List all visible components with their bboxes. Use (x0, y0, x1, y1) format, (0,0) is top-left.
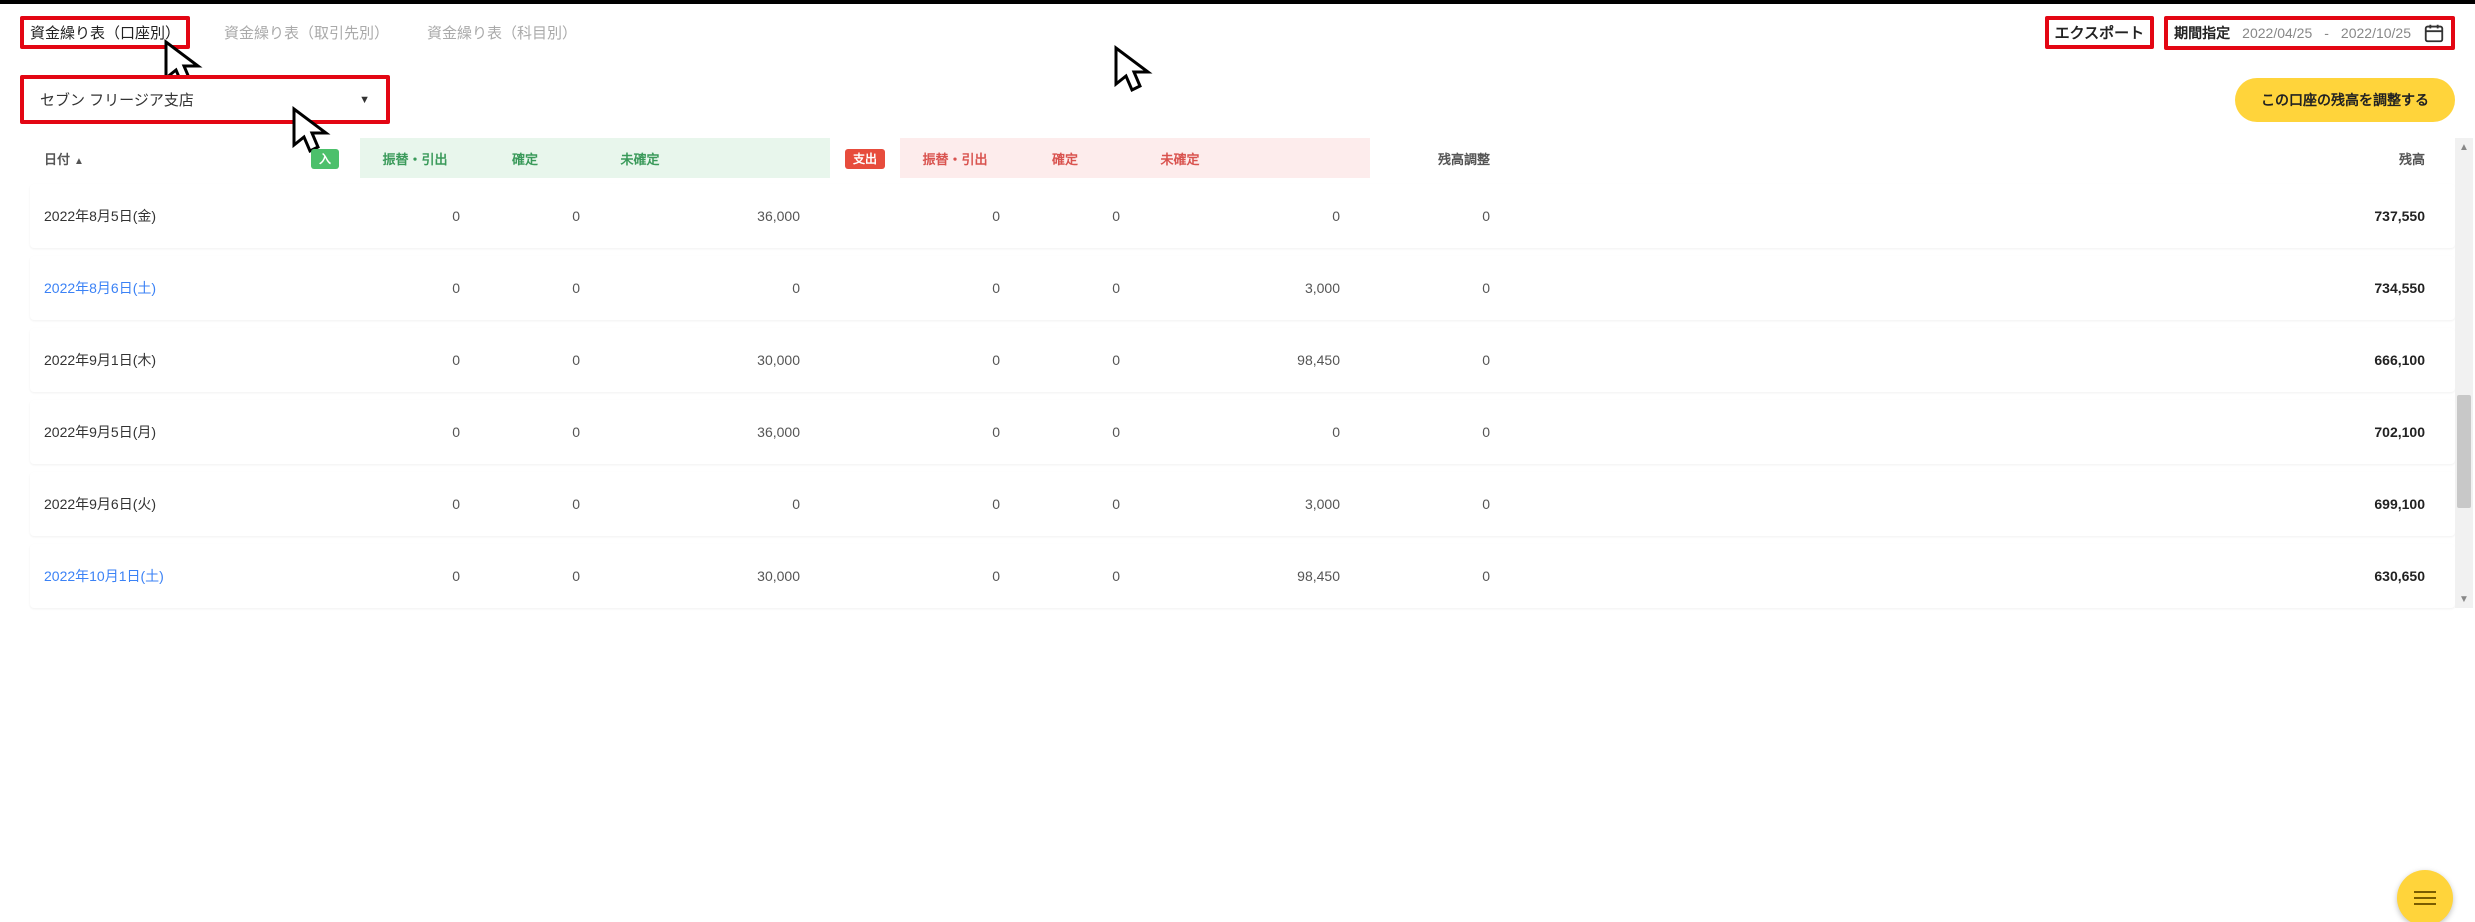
cell-balance: 737,550 (1510, 208, 2455, 224)
cell-adjustment: 0 (1370, 496, 1510, 512)
tab-cashflow-by-item[interactable]: 資金繰り表（科目別） (423, 14, 581, 51)
cell-in-transfer: 0 (360, 280, 470, 296)
cell-in-unconfirmed-value: 30,000 (700, 352, 830, 368)
table-header: 日付▲ 入 振替・引出 確定 未確定 支出 振替・引出 確定 未確定 残高調整 … (30, 138, 2455, 178)
cell-adjustment: 0 (1370, 208, 1510, 224)
vertical-scrollbar[interactable]: ▲ ▼ (2455, 138, 2473, 608)
period-separator: - (2324, 25, 2329, 41)
period-to: 2022/10/25 (2341, 25, 2411, 41)
cell-in-unconfirmed-value: 0 (700, 280, 830, 296)
account-selected-label: セブン フリージア支店 (40, 89, 194, 110)
cell-in-confirmed: 0 (470, 280, 590, 296)
account-select[interactable]: セブン フリージア支店 ▼ (20, 75, 390, 124)
col-balance-header: 残高 (1510, 149, 2455, 168)
menu-icon (2414, 891, 2436, 905)
table-row[interactable]: 2022年10月1日(土)0030,0000098,4500630,650 (30, 544, 2455, 608)
cell-out-unconfirmed-value: 98,450 (1240, 568, 1370, 584)
cell-date: 2022年9月5日(月) (30, 422, 290, 442)
scroll-thumb[interactable] (2457, 395, 2471, 508)
table-row[interactable]: 2022年8月6日(土)000003,0000734,550 (30, 256, 2455, 320)
tab-cashflow-by-account[interactable]: 資金繰り表（口座別） (20, 16, 190, 49)
cell-in-confirmed: 0 (470, 496, 590, 512)
col-in-confirmed-header: 確定 (470, 138, 590, 178)
expense-badge: 支出 (845, 149, 885, 169)
adjust-balance-button[interactable]: この口座の残高を調整する (2235, 78, 2455, 122)
cell-in-unconfirmed-value: 0 (700, 496, 830, 512)
cell-date[interactable]: 2022年8月6日(土) (30, 278, 290, 298)
cell-out-transfer: 0 (900, 352, 1010, 368)
income-badge: 入 (311, 149, 339, 169)
period-label: 期間指定 (2174, 23, 2230, 43)
cell-date: 2022年8月5日(金) (30, 206, 290, 226)
cell-out-unconfirmed-value: 3,000 (1240, 280, 1370, 296)
cell-out-confirmed: 0 (1010, 208, 1130, 224)
cell-adjustment: 0 (1370, 568, 1510, 584)
table-row[interactable]: 2022年8月5日(金)0036,0000000737,550 (30, 184, 2455, 248)
cell-in-confirmed: 0 (470, 208, 590, 224)
cell-in-unconfirmed-value: 36,000 (700, 208, 830, 224)
export-button[interactable]: エクスポート (2045, 16, 2155, 49)
scroll-down-arrow[interactable]: ▼ (2455, 590, 2473, 608)
cell-out-confirmed: 0 (1010, 424, 1130, 440)
cell-out-confirmed: 0 (1010, 496, 1130, 512)
cell-in-confirmed: 0 (470, 568, 590, 584)
cell-in-transfer: 0 (360, 424, 470, 440)
col-in-unconfirmed-header: 未確定 (590, 138, 700, 178)
col-out-unconfirmed-header: 未確定 (1130, 138, 1240, 178)
cell-out-unconfirmed-value: 3,000 (1240, 496, 1370, 512)
cell-out-unconfirmed-value: 0 (1240, 424, 1370, 440)
col-out-transfer-header: 振替・引出 (900, 138, 1010, 178)
cell-adjustment: 0 (1370, 424, 1510, 440)
cell-balance: 630,650 (1510, 568, 2455, 584)
caret-down-icon: ▼ (359, 94, 370, 106)
col-adjustment-header: 残高調整 (1370, 149, 1510, 168)
cell-in-transfer: 0 (360, 568, 470, 584)
cell-out-transfer: 0 (900, 424, 1010, 440)
scroll-up-arrow[interactable]: ▲ (2455, 138, 2473, 156)
cell-in-transfer: 0 (360, 208, 470, 224)
table-row[interactable]: 2022年9月1日(木)0030,0000098,4500666,100 (30, 328, 2455, 392)
cell-out-confirmed: 0 (1010, 568, 1130, 584)
col-out-confirmed-header: 確定 (1010, 138, 1130, 178)
calendar-icon (2423, 22, 2445, 44)
cell-balance: 734,550 (1510, 280, 2455, 296)
table-row[interactable]: 2022年9月6日(火)000003,0000699,100 (30, 472, 2455, 536)
sort-asc-icon: ▲ (74, 156, 84, 167)
cell-in-confirmed: 0 (470, 424, 590, 440)
cell-balance: 666,100 (1510, 352, 2455, 368)
period-from: 2022/04/25 (2242, 25, 2312, 41)
cell-out-transfer: 0 (900, 208, 1010, 224)
table-row[interactable]: 2022年9月5日(月)0036,0000000702,100 (30, 400, 2455, 464)
cell-in-unconfirmed-value: 36,000 (700, 424, 830, 440)
cell-balance: 702,100 (1510, 424, 2455, 440)
col-date-header[interactable]: 日付▲ (30, 149, 290, 168)
cell-out-transfer: 0 (900, 280, 1010, 296)
cell-in-transfer: 0 (360, 496, 470, 512)
cell-in-confirmed: 0 (470, 352, 590, 368)
cell-in-transfer: 0 (360, 352, 470, 368)
cell-out-confirmed: 0 (1010, 280, 1130, 296)
cell-adjustment: 0 (1370, 280, 1510, 296)
cell-date: 2022年9月6日(火) (30, 494, 290, 514)
tab-cashflow-by-partner[interactable]: 資金繰り表（取引先別） (220, 14, 393, 51)
cell-out-transfer: 0 (900, 568, 1010, 584)
period-picker[interactable]: 期間指定 2022/04/25 - 2022/10/25 (2164, 16, 2455, 50)
cell-out-transfer: 0 (900, 496, 1010, 512)
cell-in-unconfirmed-value: 30,000 (700, 568, 830, 584)
cell-out-unconfirmed-value: 0 (1240, 208, 1370, 224)
cell-date: 2022年9月1日(木) (30, 350, 290, 370)
col-in-transfer-header: 振替・引出 (360, 138, 470, 178)
cell-balance: 699,100 (1510, 496, 2455, 512)
cell-adjustment: 0 (1370, 352, 1510, 368)
cell-date[interactable]: 2022年10月1日(土) (30, 566, 290, 586)
cell-out-confirmed: 0 (1010, 352, 1130, 368)
cell-out-unconfirmed-value: 98,450 (1240, 352, 1370, 368)
floating-menu-button[interactable] (2397, 870, 2453, 922)
